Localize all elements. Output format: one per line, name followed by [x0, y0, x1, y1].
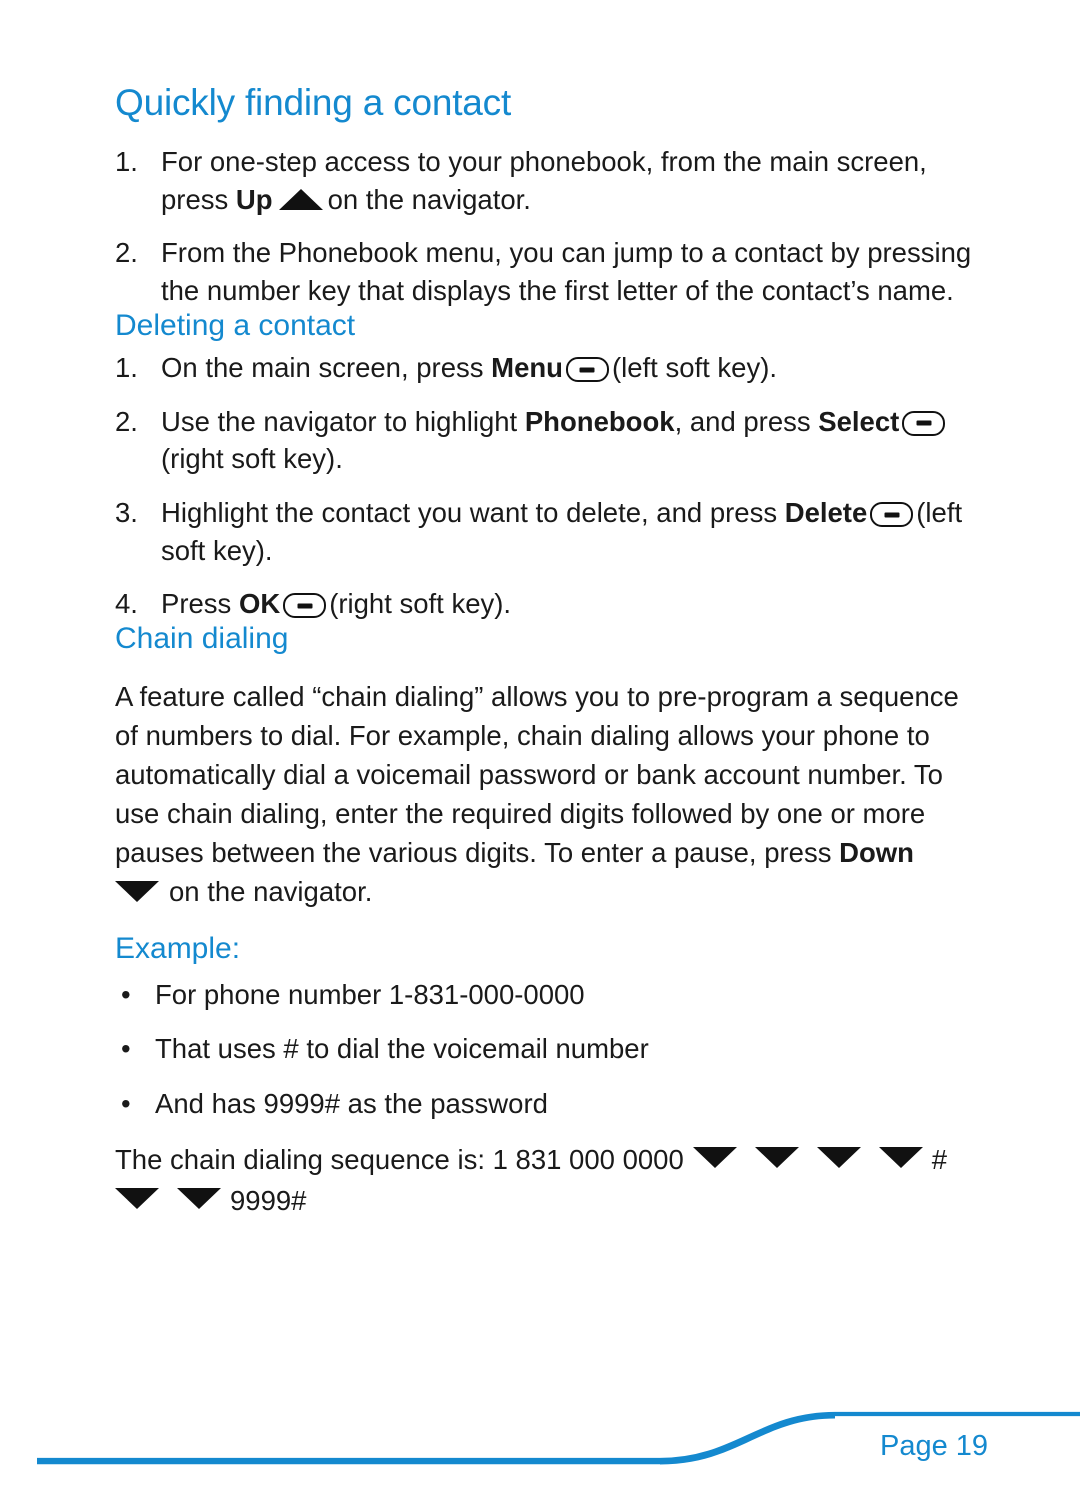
example-heading: Example:	[115, 931, 241, 965]
list-item-text: Use the navigator to highlight	[161, 405, 525, 437]
paragraph-text-tail: on the navigator.	[169, 875, 373, 907]
list-item: • For phone number 1-831-000-0000	[115, 976, 985, 1013]
list-item-text: Highlight the contact you want to delete…	[161, 497, 785, 529]
list-item-text: From the Phonebook menu, you can jump to…	[161, 237, 972, 306]
list-item-text-tail: (right soft key).	[161, 443, 343, 475]
key-label-menu: Menu	[491, 352, 563, 384]
nav-up-arrow-icon	[278, 188, 323, 210]
list-item: 3. Highlight the contact you want to dele…	[115, 494, 985, 569]
soft-key-icon	[870, 502, 914, 528]
list-item-text-tail: (left soft key).	[611, 352, 778, 384]
soft-key-icon	[902, 410, 946, 436]
bullet-icon: •	[121, 1087, 131, 1119]
sequence-lead-text: The chain dialing sequence is: 1 831 000…	[115, 1143, 684, 1175]
list-item-text: On the main screen, press	[161, 352, 492, 384]
list-item-text-tail: on the navigator.	[327, 183, 531, 215]
soft-key-icon	[565, 357, 609, 383]
list-item: • And has 9999# as the password	[115, 1085, 985, 1122]
list-item: 1. On the main screen, press Menu (left so…	[115, 349, 985, 387]
key-label-select: Select	[818, 405, 900, 437]
chain-dialing-sequence: The chain dialing sequence is: 1 831 000…	[115, 1139, 985, 1222]
list-item-number: 4.	[115, 588, 138, 620]
list-item-text: Press	[161, 588, 239, 620]
steps-list-quickly-finding-a-contact: 1. For one-step access to your phonebook,…	[115, 143, 985, 310]
nav-down-arrow-icon	[692, 1146, 737, 1168]
nav-down-arrow-icon	[754, 1146, 799, 1168]
key-label-ok: OK	[238, 588, 281, 620]
section-heading-chain-dialing: Chain dialing	[115, 622, 289, 656]
list-item: • That uses # to dial the voicemail numbe…	[115, 1030, 985, 1067]
list-item-text-tail: (right soft key).	[329, 588, 512, 620]
page-content: Quickly finding a contact 1. For one-step…	[115, 82, 985, 1222]
list-item-text: That uses # to dial the voicemail number	[155, 1033, 649, 1065]
bullet-icon: •	[121, 979, 131, 1011]
nav-down-arrow-icon	[115, 1187, 159, 1209]
key-label-delete: Delete	[784, 497, 868, 529]
page-title-quickly-finding-a-contact: Quickly finding a contact	[115, 82, 512, 123]
nav-down-arrow-icon	[115, 880, 159, 902]
manual-page: Quickly finding a contact 1. For one-step…	[0, 0, 1080, 1506]
page-number: Page 19	[880, 1430, 989, 1462]
list-item-number: 2.	[115, 405, 138, 437]
list-item-text: And has 9999# as the password	[155, 1087, 548, 1119]
bullet-icon: •	[121, 1033, 131, 1065]
nav-down-arrow-icon	[878, 1146, 923, 1168]
list-item-number: 1.	[115, 352, 138, 384]
chain-dialing-paragraph: A feature called “chain dialing” allows …	[115, 677, 985, 911]
sequence-hash: #	[931, 1143, 948, 1175]
list-item-number: 1.	[115, 145, 138, 177]
list-item-number: 2.	[115, 237, 138, 269]
list-item: 2. From the Phonebook menu, you can jump …	[115, 234, 985, 309]
list-item: 1. For one-step access to your phonebook,…	[115, 143, 985, 218]
list-item-text: For phone number 1-831-000-0000	[155, 979, 585, 1011]
sequence-password: 9999#	[230, 1184, 307, 1216]
steps-list-deleting-a-contact: 1. On the main screen, press Menu (left so…	[115, 349, 985, 623]
list-item: 4. Press OK (right soft key).	[115, 585, 985, 623]
list-item-text-mid: , and press	[674, 405, 819, 437]
nav-down-arrow-icon	[177, 1187, 221, 1209]
list-item: 2. Use the navigator to highlight Phonebo…	[115, 403, 985, 478]
soft-key-icon	[283, 593, 327, 619]
section-heading-deleting-a-contact: Deleting a contact	[115, 308, 356, 342]
list-item-text: For one-step access to your phonebook, f…	[161, 145, 927, 215]
nav-down-arrow-icon	[816, 1146, 861, 1168]
example-bullet-list: • For phone number 1-831-000-0000 • That u…	[115, 976, 985, 1121]
list-item-number: 3.	[115, 497, 138, 529]
paragraph-text: A feature called “chain dialing” allows …	[115, 680, 959, 868]
menu-label-phonebook: Phonebook	[524, 405, 675, 437]
key-label-down: Down	[839, 836, 914, 868]
key-label-up: Up	[235, 183, 273, 215]
